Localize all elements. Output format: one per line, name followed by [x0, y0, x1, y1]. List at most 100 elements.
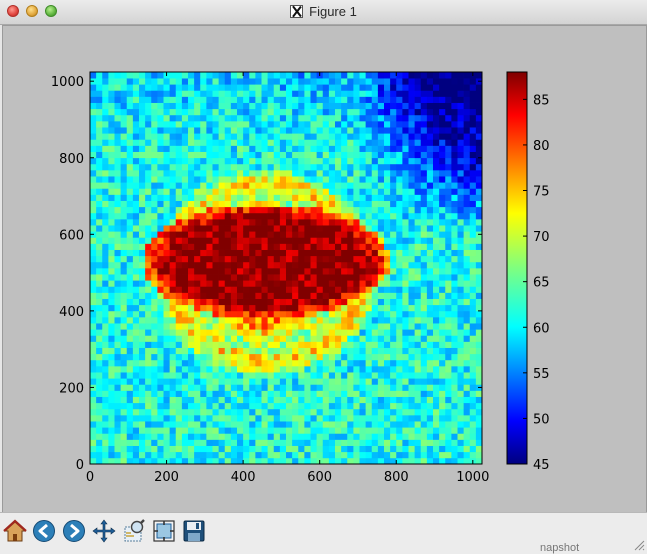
- heatmap-cell: [463, 133, 471, 140]
- heatmap-cell: [145, 72, 152, 79]
- heatmap-cell: [371, 255, 379, 263]
- heatmap-cell: [426, 121, 434, 128]
- heatmap-cell: [377, 415, 385, 422]
- heatmap-cell: [463, 170, 471, 177]
- heatmap-cell: [292, 298, 299, 306]
- heatmap-cell: [114, 439, 121, 446]
- heatmap-cell: [371, 359, 379, 367]
- subplots-button[interactable]: [151, 517, 177, 545]
- heatmap-cell: [347, 194, 354, 201]
- heatmap-cell: [212, 427, 219, 434]
- heatmap-cell: [102, 317, 109, 324]
- heatmap-cell: [390, 396, 397, 404]
- heatmap-cell: [163, 396, 170, 404]
- heatmap-cell: [433, 255, 440, 263]
- heatmap-cell: [157, 176, 164, 183]
- heatmap-cell: [341, 384, 348, 391]
- heatmap-cell: [108, 108, 115, 116]
- heatmap-cell: [114, 310, 121, 318]
- heatmap-cell: [304, 145, 311, 152]
- heatmap-cell: [292, 274, 299, 281]
- heatmap-cell: [96, 274, 103, 281]
- heatmap-cell: [243, 310, 250, 318]
- heatmap-cell: [243, 212, 250, 220]
- zoom-icon: [124, 519, 145, 542]
- heatmap-cell: [218, 347, 226, 355]
- heatmap-cell: [433, 335, 440, 342]
- heatmap-cell: [347, 359, 354, 367]
- heatmap-cell: [463, 188, 471, 195]
- heatmap-cell: [206, 445, 213, 453]
- heatmap-cell: [408, 433, 415, 440]
- back-button[interactable]: [31, 517, 57, 545]
- heatmap-cell: [163, 151, 170, 159]
- heatmap-cell: [353, 408, 360, 416]
- heatmap-cell: [108, 457, 115, 465]
- heatmap-cell: [267, 323, 275, 330]
- heatmap-cell: [439, 249, 446, 257]
- heatmap-cell: [126, 427, 134, 434]
- heatmap-cell: [463, 335, 471, 342]
- heatmap-cell: [279, 390, 287, 397]
- heatmap-cell: [390, 78, 397, 85]
- heatmap-cell: [279, 127, 287, 134]
- heatmap-cell: [335, 249, 342, 257]
- heatmap-cell: [273, 243, 281, 250]
- heatmap-cell: [139, 90, 146, 97]
- heatmap-cell: [188, 78, 195, 85]
- heatmap-cell: [120, 170, 128, 177]
- heatmap-cell: [402, 96, 409, 103]
- heatmap-cell: [292, 170, 299, 177]
- heatmap-cell: [108, 237, 115, 244]
- heatmap-cell: [139, 335, 146, 342]
- heatmap-cell: [145, 310, 152, 318]
- heatmap-cell: [212, 268, 219, 275]
- colorbar-tick-label: 75: [533, 185, 550, 200]
- heatmap-cell: [267, 102, 275, 110]
- heatmap-cell: [255, 280, 262, 287]
- heatmap-cell: [310, 390, 317, 397]
- heatmap-cell: [224, 194, 232, 201]
- heatmap-cell: [102, 96, 109, 103]
- heatmap-cell: [390, 90, 397, 97]
- heatmap-cell: [384, 310, 391, 318]
- heatmap-cell: [151, 90, 158, 97]
- heatmap-cell: [353, 310, 360, 318]
- heatmap-cell: [322, 188, 330, 195]
- heatmap-cell: [390, 108, 397, 116]
- heatmap-cell: [151, 457, 158, 465]
- heatmap-cell: [132, 372, 140, 379]
- heatmap-cell: [181, 280, 189, 287]
- pan-button[interactable]: [91, 517, 117, 545]
- heatmap-cell: [206, 157, 213, 165]
- forward-button[interactable]: [61, 517, 87, 545]
- heatmap-cell: [408, 243, 415, 250]
- heatmap-cell: [439, 72, 446, 79]
- resize-grip-icon[interactable]: [633, 539, 645, 551]
- heatmap-cell: [218, 372, 226, 379]
- heatmap-cell: [359, 280, 366, 287]
- home-button[interactable]: [2, 517, 28, 545]
- heatmap-cell: [341, 182, 348, 189]
- heatmap-cell: [328, 439, 336, 446]
- heatmap-cell: [151, 439, 158, 446]
- heatmap-cell: [298, 359, 305, 367]
- heatmap-cell: [237, 139, 244, 146]
- heatmap-cell: [139, 359, 146, 367]
- heatmap-cell: [90, 439, 97, 446]
- heatmap-cell: [120, 421, 128, 428]
- heatmap-cell: [469, 433, 477, 440]
- zoom-button[interactable]: [121, 517, 147, 545]
- heatmap-cell: [230, 237, 238, 244]
- heatmap-cell: [90, 237, 97, 244]
- heatmap-cell: [90, 188, 97, 195]
- heatmap-cell: [384, 151, 391, 159]
- heatmap-cell: [310, 274, 317, 281]
- heatmap-cell: [139, 133, 146, 140]
- heatmap-cell: [108, 323, 115, 330]
- heatmap-cell: [347, 353, 354, 361]
- heatmap-cell: [341, 378, 348, 385]
- heatmap-cell: [126, 298, 134, 306]
- figure-canvas[interactable]: 0 200 400 600 800 1000 0 200 400 600 800 1000 45 50…: [2, 25, 647, 513]
- save-button[interactable]: [181, 517, 207, 545]
